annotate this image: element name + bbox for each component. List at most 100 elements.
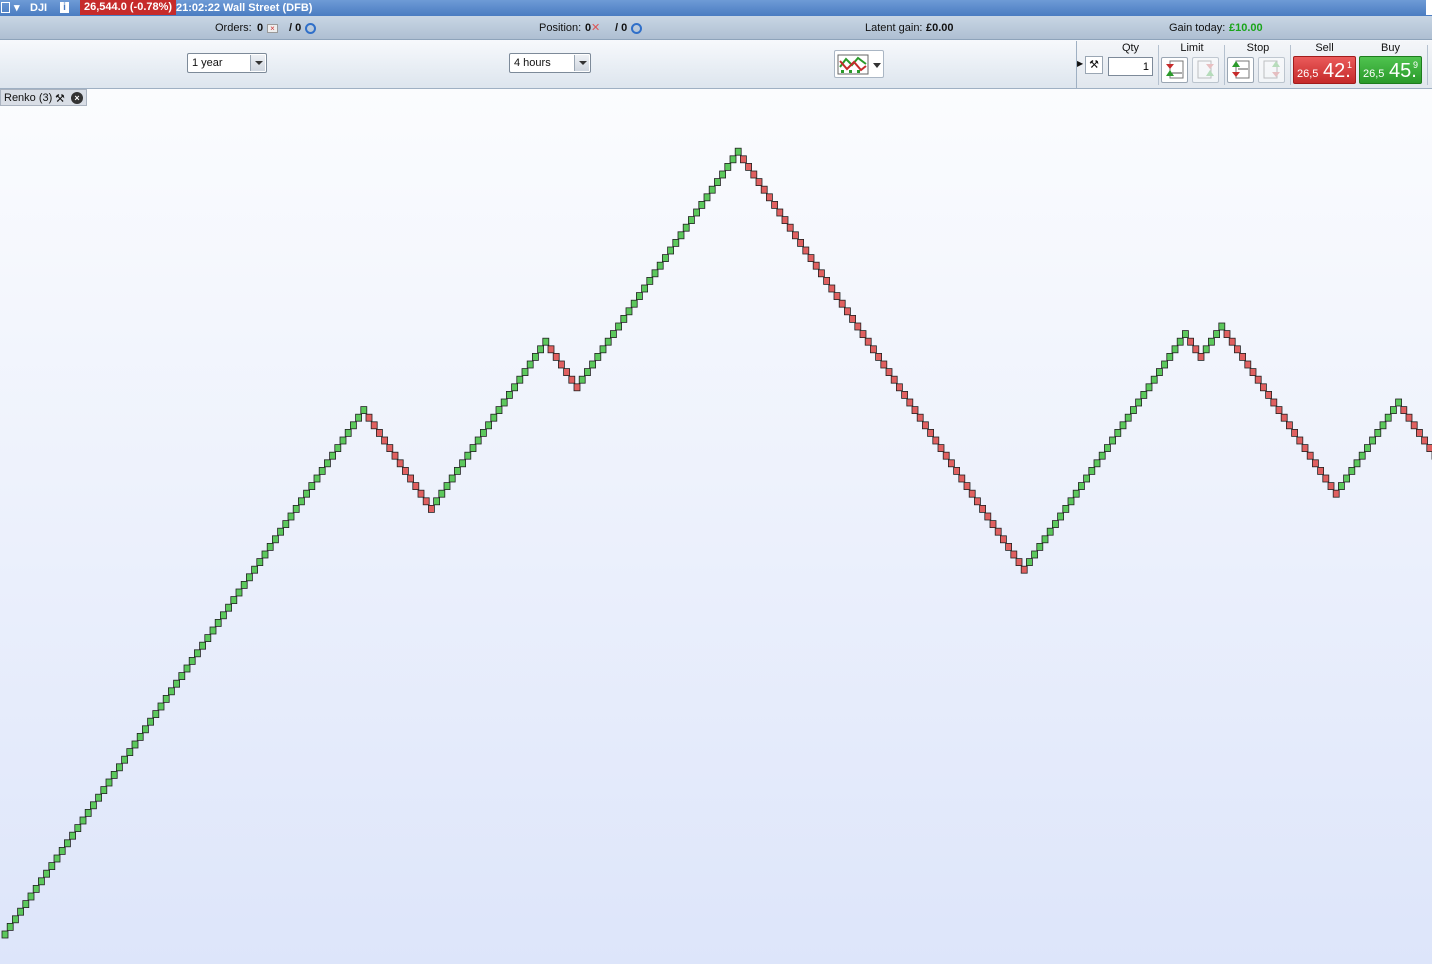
up-brick — [157, 702, 165, 711]
up-brick — [292, 504, 300, 513]
up-brick — [1353, 459, 1361, 468]
orders-settings-gear-icon[interactable] — [305, 22, 316, 34]
up-brick — [147, 717, 155, 726]
up-brick — [1130, 406, 1137, 415]
up-brick — [277, 527, 285, 536]
up-brick — [1338, 482, 1345, 491]
up-brick — [1109, 436, 1116, 445]
up-brick — [22, 900, 30, 908]
up-brick — [1093, 459, 1101, 468]
down-brick — [370, 421, 378, 430]
interval-select[interactable]: 4 hours — [509, 53, 591, 73]
down-brick — [391, 451, 399, 460]
chart-type-button[interactable] — [834, 50, 884, 78]
up-brick — [1161, 360, 1168, 369]
down-brick — [854, 322, 862, 331]
down-brick — [1239, 352, 1246, 361]
limit-buy-button[interactable] — [1161, 57, 1188, 83]
down-brick — [1332, 489, 1340, 498]
down-brick — [1312, 459, 1319, 468]
up-brick — [505, 390, 513, 399]
position-settings-gear-icon[interactable] — [631, 22, 642, 34]
down-brick — [558, 360, 565, 369]
chart-area[interactable]: Renko (3) ⚒ × — [0, 89, 1432, 964]
sell-button[interactable]: 26,5 42. 1 — [1293, 56, 1356, 84]
buy-label: Buy — [1381, 42, 1400, 54]
chevron-down-icon[interactable] — [574, 55, 589, 71]
up-brick — [537, 345, 544, 354]
buy-price-prefix: 26,5 — [1363, 68, 1385, 80]
chevron-down-icon[interactable] — [250, 55, 265, 71]
up-brick — [516, 375, 524, 384]
clock-time: 21:02:22 — [176, 2, 221, 14]
close-icon[interactable]: × — [71, 92, 83, 104]
wrench-icon[interactable]: ⚒ — [55, 92, 65, 105]
up-brick — [1135, 398, 1142, 407]
up-brick — [1119, 421, 1127, 430]
close-position-icon[interactable]: ✕ — [591, 22, 600, 35]
up-brick — [323, 459, 331, 468]
info-icon[interactable]: i — [60, 2, 69, 13]
orders-total: / 0 — [289, 22, 302, 34]
down-brick — [859, 330, 867, 339]
up-brick — [6, 923, 14, 931]
up-brick — [90, 801, 97, 810]
buy-button[interactable]: 26,5 45. 9 — [1359, 56, 1422, 84]
up-brick — [474, 436, 482, 445]
up-brick — [84, 809, 92, 817]
indicator-tag[interactable]: Renko (3) ⚒ × — [0, 89, 87, 106]
dropdown-arrow-icon[interactable]: ▾ — [14, 1, 20, 15]
up-brick — [589, 360, 596, 369]
down-brick — [994, 527, 1002, 536]
up-brick — [1026, 558, 1033, 567]
down-brick — [880, 360, 888, 369]
up-brick — [344, 428, 352, 437]
down-brick — [797, 238, 804, 247]
up-brick — [271, 535, 279, 544]
collapse-arrow-icon[interactable]: ▶ — [1077, 59, 1083, 68]
cancel-orders-icon[interactable]: × — [267, 23, 278, 33]
down-brick — [823, 276, 830, 285]
down-brick — [1317, 466, 1324, 475]
up-brick — [1390, 406, 1397, 415]
up-brick — [43, 869, 50, 878]
orders-label: Orders: — [215, 22, 252, 34]
up-brick — [1384, 413, 1392, 422]
up-brick — [459, 459, 467, 468]
up-brick — [245, 573, 253, 582]
up-brick — [1114, 428, 1122, 437]
buy-price-fraction: 9 — [1412, 60, 1418, 70]
down-brick — [968, 489, 976, 498]
down-brick — [1000, 535, 1007, 544]
down-brick — [1426, 444, 1432, 453]
window-control[interactable] — [1426, 0, 1432, 15]
stop-sell-button[interactable] — [1258, 57, 1285, 83]
down-brick — [1020, 565, 1028, 574]
up-brick — [240, 580, 248, 589]
status-bar: Orders: 0 × / 0 Position: 0 ✕ / 0 Latent… — [0, 16, 1432, 40]
wrench-icon[interactable]: ⚒ — [1085, 56, 1103, 74]
down-brick — [901, 390, 908, 399]
stop-buy-button[interactable] — [1227, 57, 1254, 83]
up-brick — [479, 428, 487, 437]
up-brick — [1374, 428, 1382, 437]
window-icon[interactable] — [1, 2, 10, 13]
down-brick — [1296, 436, 1304, 445]
up-brick — [729, 155, 737, 164]
up-brick — [167, 687, 175, 696]
up-brick — [251, 565, 259, 574]
down-brick — [1265, 390, 1272, 399]
qty-input[interactable] — [1108, 57, 1153, 76]
down-brick — [771, 201, 778, 209]
limit-sell-button[interactable] — [1192, 57, 1219, 83]
up-brick — [282, 520, 290, 529]
up-brick — [1156, 368, 1163, 377]
sell-price-fraction: 1 — [1346, 60, 1352, 70]
up-brick — [318, 466, 326, 475]
up-brick — [1218, 322, 1226, 331]
down-brick — [412, 482, 420, 491]
up-brick — [339, 436, 347, 445]
up-brick — [672, 238, 680, 247]
period-select[interactable]: 1 year — [187, 53, 267, 73]
up-brick — [1369, 436, 1376, 445]
